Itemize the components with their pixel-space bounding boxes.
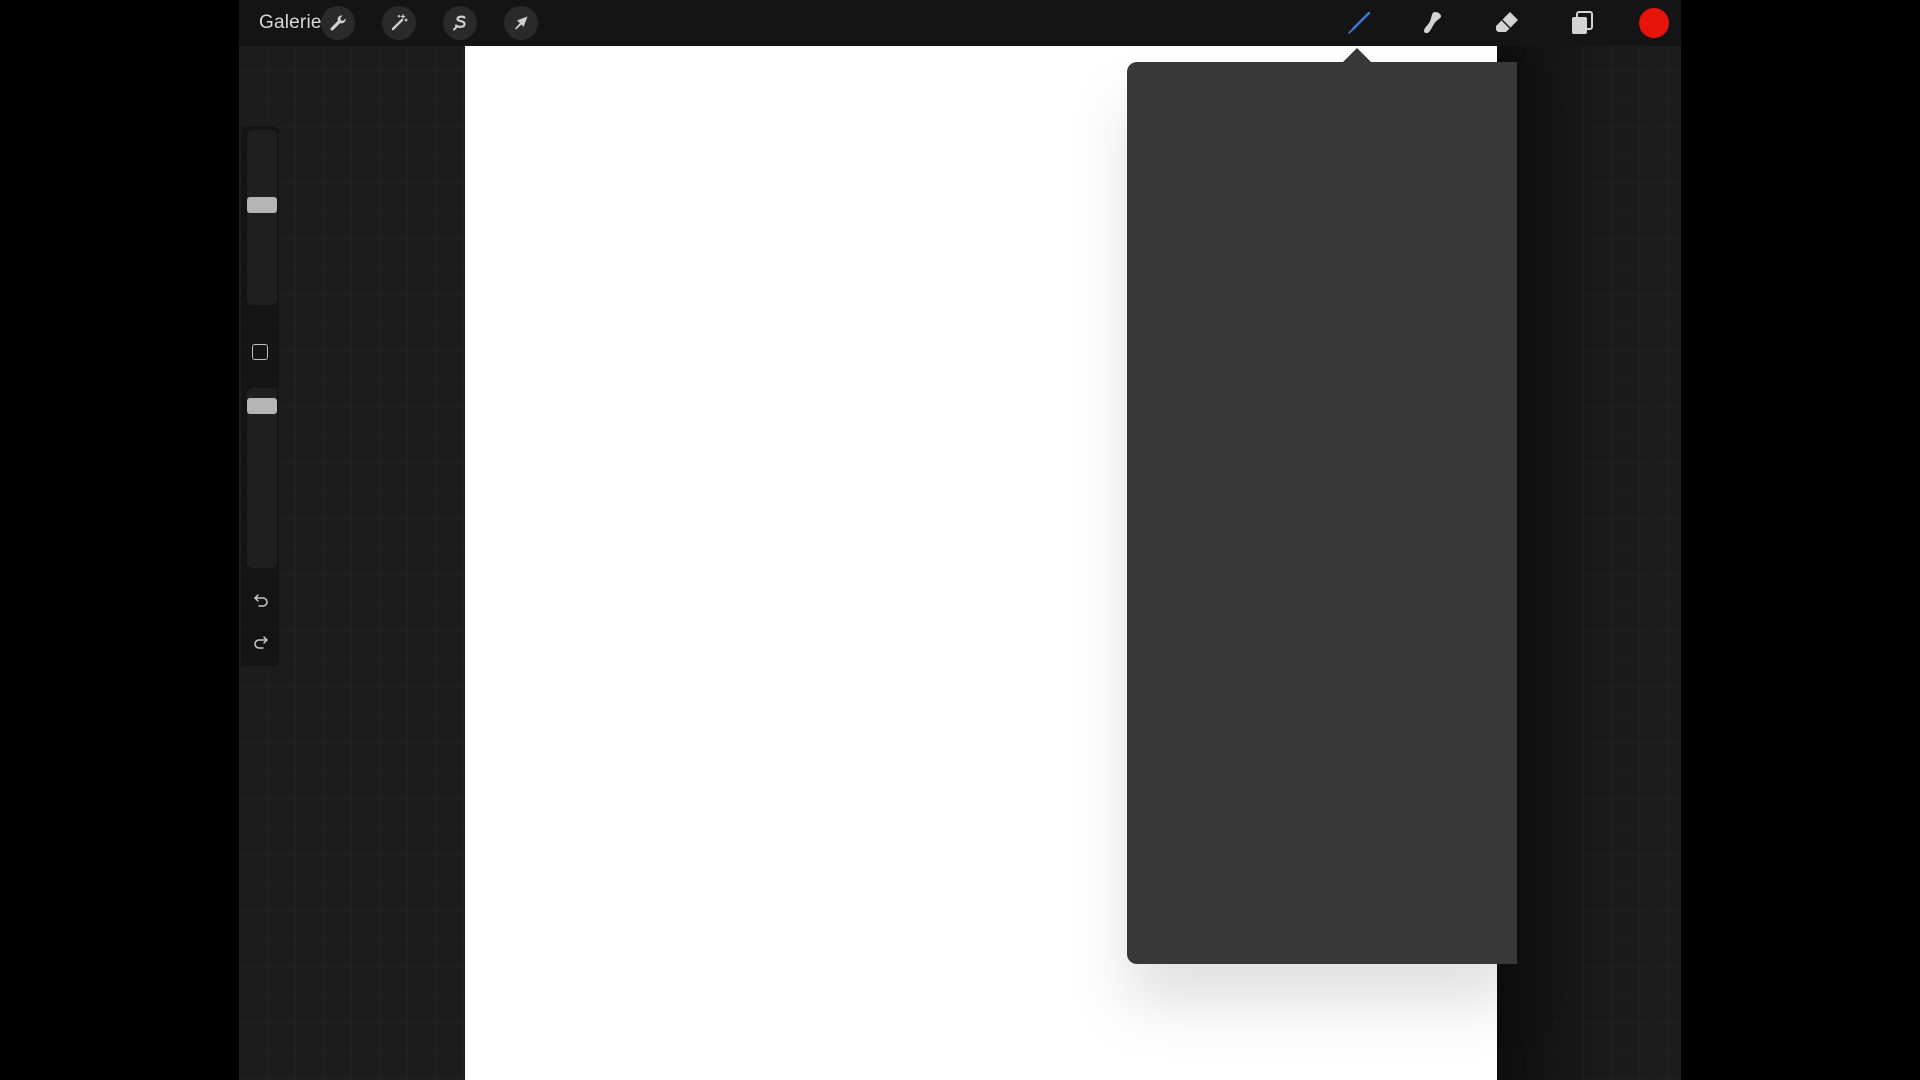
- popover-arrow: [1343, 48, 1371, 62]
- redo-button[interactable]: [249, 630, 273, 654]
- undo-icon: [254, 594, 268, 607]
- redo-icon: [254, 636, 268, 649]
- brush-button[interactable]: [1342, 6, 1376, 40]
- brush-library-popover[interactable]: [1127, 62, 1517, 964]
- actions-button[interactable]: [321, 6, 355, 40]
- layers-icon: [1572, 11, 1593, 34]
- procreate-app: Galerie: [239, 0, 1681, 1080]
- adjustments-button[interactable]: [382, 6, 416, 40]
- gallery-button[interactable]: Galerie: [259, 12, 322, 34]
- canvas-side-shadow: [1497, 46, 1681, 1080]
- eraser-icon: [1496, 12, 1518, 32]
- opacity-handle[interactable]: [247, 397, 277, 414]
- undo-button[interactable]: [249, 588, 273, 612]
- arrow-cursor-icon: [515, 16, 528, 30]
- opacity-slider[interactable]: [247, 388, 277, 568]
- left-sidebar: [241, 126, 279, 666]
- brush-icon: [1348, 11, 1371, 34]
- color-button[interactable]: [1637, 6, 1671, 40]
- brush-size-handle[interactable]: [247, 196, 277, 213]
- brush-size-slider[interactable]: [247, 130, 277, 305]
- smudge-icon: [1424, 12, 1441, 34]
- modify-button[interactable]: [252, 344, 268, 360]
- top-toolbar: Galerie: [239, 0, 1681, 46]
- wrench-icon: [330, 15, 346, 31]
- layers-button[interactable]: [1565, 6, 1599, 40]
- selection-s-icon: [453, 15, 466, 31]
- eraser-button[interactable]: [1490, 6, 1524, 40]
- color-swatch: [1639, 8, 1669, 38]
- smudge-button[interactable]: [1415, 6, 1449, 40]
- selection-button[interactable]: [443, 6, 477, 40]
- transform-button[interactable]: [504, 6, 538, 40]
- magic-wand-icon: [391, 14, 408, 31]
